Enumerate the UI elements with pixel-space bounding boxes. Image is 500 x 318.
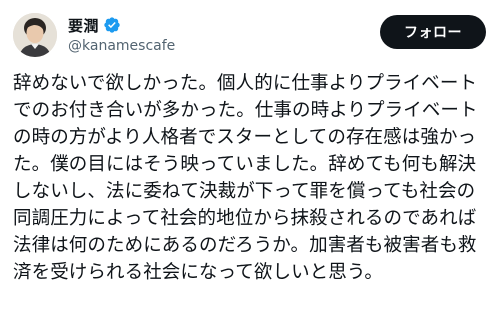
- author-name-row: 要潤: [68, 14, 121, 36]
- avatar-photo: [13, 13, 57, 57]
- avatar[interactable]: [13, 13, 57, 57]
- verified-badge-icon: [103, 16, 121, 34]
- follow-button[interactable]: フォロー: [380, 15, 486, 49]
- author-handle[interactable]: @kanamescafe: [68, 38, 175, 54]
- author-display-name[interactable]: 要潤: [68, 15, 99, 36]
- tweet-text: 辞めないで欲しかった。個人的に仕事よりプライベート でのお付き合いが多かった。仕…: [13, 73, 478, 283]
- tweet-card: 要潤 @kanamescafe フォロー 辞めないで欲しかった。個人的に仕事より…: [0, 0, 500, 318]
